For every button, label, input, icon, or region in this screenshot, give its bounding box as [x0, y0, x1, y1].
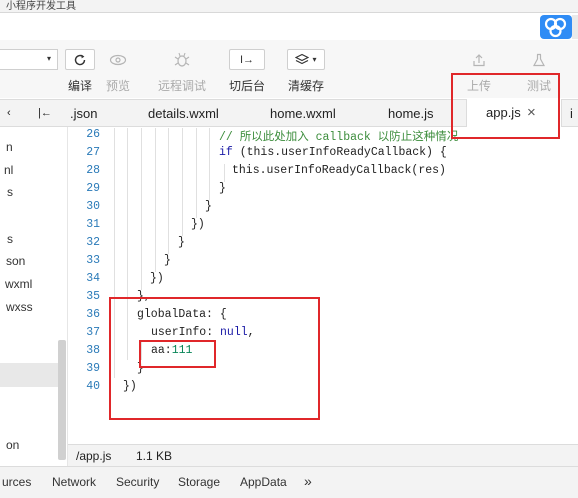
line-number: 38: [86, 344, 100, 357]
code-line: }: [178, 236, 185, 249]
code-line: }): [191, 218, 205, 231]
more-tabs-icon[interactable]: »: [304, 473, 312, 489]
code-line: this.userInfoReadyCallback(res): [232, 164, 446, 177]
title-divider: [0, 12, 578, 13]
file-path: /app.js: [76, 449, 112, 463]
file-tree-item[interactable]: son: [6, 254, 25, 268]
window-title: 小程序开发工具: [6, 1, 76, 12]
upload-button[interactable]: [466, 49, 492, 70]
line-number: 31: [86, 218, 100, 231]
indent-guide: [196, 128, 197, 218]
tab-home-wxml[interactable]: home.wxml: [270, 100, 336, 127]
clear-cache-label: 清缓存: [287, 79, 324, 93]
file-tree-item[interactable]: on: [6, 438, 19, 452]
upload-icon: [473, 53, 485, 66]
line-number: 33: [86, 254, 100, 267]
file-tree-item[interactable]: wxss: [6, 300, 33, 314]
test-button[interactable]: [526, 49, 552, 70]
code-line: // 所以此处加入 callback 以防止这种情况: [219, 131, 459, 144]
annotation-box-aa: [139, 340, 216, 368]
code-text: (this.userInfoReadyCallback) {: [232, 146, 447, 159]
file-size: 1.1 KB: [136, 449, 173, 463]
line-number: 30: [86, 200, 100, 213]
indent-guide: [224, 164, 225, 182]
switch-background-icon: I→: [239, 53, 255, 66]
remote-debug-label: 远程调试: [157, 79, 206, 93]
tab-security[interactable]: Security: [116, 475, 159, 489]
refresh-icon: [74, 54, 86, 65]
layers-icon: [295, 53, 310, 64]
tab-home-js[interactable]: home.js: [388, 100, 434, 127]
line-number: 36: [86, 308, 100, 321]
selected-file-row[interactable]: [0, 363, 58, 387]
tab-json[interactable]: .json: [70, 100, 97, 127]
background-button[interactable]: I→: [229, 49, 265, 70]
tab-network[interactable]: Network: [52, 475, 96, 489]
file-tree-item[interactable]: nl: [4, 163, 13, 177]
remote-debug-button[interactable]: [165, 49, 199, 70]
preview-label: 预览: [105, 79, 130, 93]
collapse-sidebar-icon[interactable]: |←: [38, 100, 52, 127]
code-line: }: [164, 254, 171, 267]
code-line: if (this.userInfoReadyCallback) {: [219, 146, 447, 159]
line-number: 28: [86, 164, 100, 177]
chevron-down-icon: ▾: [46, 54, 51, 63]
tab-overflow[interactable]: i: [570, 100, 573, 127]
line-number: 34: [86, 272, 100, 285]
background-label: 切后台: [228, 79, 265, 93]
preview-button[interactable]: [103, 49, 133, 70]
line-number: 27: [86, 146, 100, 159]
file-tree-item[interactable]: wxml: [5, 277, 32, 291]
cloud-logo-icon: [544, 17, 567, 38]
chevron-down-icon: ▾: [312, 55, 317, 64]
annotation-box-top: [451, 73, 560, 139]
status-bar: /app.js 1.1 KB: [68, 444, 578, 466]
file-tree-item[interactable]: s: [7, 232, 13, 246]
indent-guide: [209, 128, 210, 200]
app-logo[interactable]: [540, 15, 572, 39]
bug-icon: [174, 52, 190, 67]
tab-appdata[interactable]: AppData: [240, 475, 287, 489]
flask-icon: [532, 53, 546, 66]
project-select[interactable]: ▾: [0, 49, 58, 70]
line-number: 40: [86, 380, 100, 393]
tab-sources[interactable]: urces: [2, 475, 31, 489]
code-line: }: [219, 182, 226, 195]
window-title-bar: 小程序开发工具: [0, 0, 578, 12]
compile-label: 编译: [67, 79, 92, 93]
line-number: 29: [86, 182, 100, 195]
code-line: }: [205, 200, 212, 213]
tab-storage[interactable]: Storage: [178, 475, 220, 489]
indent-guide: [155, 128, 156, 272]
line-number: 35: [86, 290, 100, 303]
file-tree-item[interactable]: n: [6, 140, 13, 154]
line-number: 37: [86, 326, 100, 339]
line-number: 26: [86, 128, 100, 141]
indent-guide: [168, 128, 169, 254]
indent-guide: [182, 128, 183, 236]
code-line: }): [150, 272, 164, 285]
line-number: 32: [86, 236, 100, 249]
sidebar-scrollbar[interactable]: [58, 340, 66, 460]
devtools-tab-bar: urces Network Security Storage AppData »: [0, 466, 578, 498]
code-keyword: if: [219, 146, 233, 159]
window-edge: [572, 15, 578, 39]
compile-button[interactable]: [65, 49, 95, 70]
eye-icon: [109, 54, 127, 65]
line-number: 39: [86, 362, 100, 375]
indent-guide: [141, 128, 142, 290]
sidebar-toggle[interactable]: ‹: [7, 100, 11, 127]
file-tree-item[interactable]: s: [7, 185, 13, 199]
tab-details-wxml[interactable]: details.wxml: [148, 100, 219, 127]
clear-cache-button[interactable]: ▾: [287, 49, 325, 70]
